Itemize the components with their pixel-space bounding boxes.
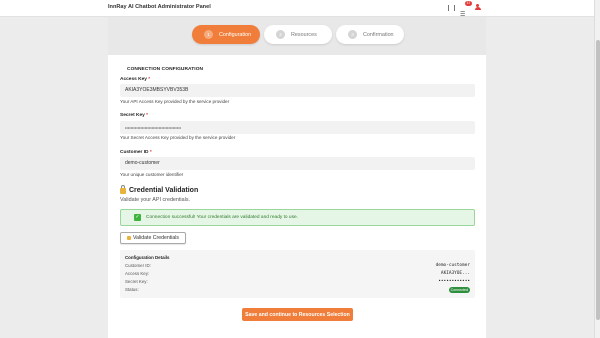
scrollbar-thumb[interactable] (596, 40, 600, 320)
step-resources[interactable]: 2 Resources (264, 25, 332, 44)
notification-badge: 37 (465, 1, 472, 6)
top-bar: InnRay AI Chatbot Administrator Panel ☰ … (0, 0, 594, 18)
secret-key-input[interactable]: •••••••••••••••••••••••••••••••••••••••• (120, 121, 475, 134)
details-title: Configuration Details (125, 255, 170, 260)
details-value: demo-customer (435, 263, 470, 268)
status-badge: Connected (448, 287, 470, 293)
section-title: CONNECTION CONFIGURATION (127, 67, 204, 72)
access-key-input[interactable]: AKIA3YOE3MBSYVBV353B (120, 84, 475, 97)
details-row-customer-id: Customer ID: demo-customer (125, 263, 470, 270)
access-key-help: Your API Access Key provided by the serv… (120, 99, 230, 104)
required-marker: * (149, 150, 152, 155)
credential-validation-title: Credential Validation (120, 185, 199, 194)
customer-id-help: Your unique customer identifier (120, 172, 184, 177)
divider (454, 4, 455, 11)
step-label: Resources (291, 31, 317, 38)
customer-id-input[interactable]: demo-customer (120, 157, 475, 170)
page-scrollbar[interactable] (594, 0, 600, 338)
step-number: 3 (348, 30, 357, 39)
details-key: Customer ID: (125, 263, 151, 268)
access-key-label-text: Access Key (120, 77, 147, 82)
customer-id-label-text: Customer ID (120, 150, 149, 155)
user-icon[interactable] (474, 3, 481, 12)
success-message: Connection successful! Your credentials … (146, 215, 298, 220)
secret-key-help: Your Secret Access Key provided by the s… (120, 135, 236, 140)
details-key: Access Key: (125, 271, 150, 276)
header-actions: ☰ 37 (448, 1, 481, 18)
credential-validation-subtitle: Validate your API credentials. (120, 197, 191, 203)
required-marker: * (148, 77, 151, 82)
app-title: InnRay AI Chatbot Administrator Panel (108, 4, 211, 10)
divider (448, 4, 449, 11)
step-label: Configuration (219, 31, 252, 38)
details-row-access-key: Access Key: AKIA3YOE... (125, 271, 470, 278)
save-continue-button[interactable]: Save and continue to Resources Selection (242, 308, 353, 321)
validate-button-label: Validate Credentials (132, 235, 180, 241)
lock-icon (120, 185, 126, 194)
customer-id-label: Customer ID * (120, 150, 152, 155)
success-alert: ✓ Connection successful! Your credential… (120, 209, 475, 226)
step-confirmation[interactable]: 3 Confirmation (336, 25, 404, 44)
step-configuration[interactable]: 1 Configuration (192, 25, 260, 44)
details-row-status: Status: Connected (125, 287, 470, 294)
step-number: 2 (276, 30, 285, 39)
credential-validation-title-text: Credential Validation (129, 186, 199, 194)
validate-credentials-button[interactable]: Validate Credentials (120, 232, 186, 244)
details-key: Status: (125, 287, 139, 292)
notifications-button[interactable]: ☰ 37 (460, 1, 472, 18)
configuration-card: CONNECTION CONFIGURATION Access Key * AK… (108, 55, 486, 338)
wizard-stepper: 1 Configuration 2 Resources 3 Confirmati… (108, 17, 486, 55)
details-row-secret-key: Secret Key: •••••••••••• (125, 279, 470, 286)
step-label: Confirmation (363, 31, 394, 38)
details-value: •••••••••••• (438, 279, 470, 284)
details-key: Secret Key: (125, 279, 148, 284)
lock-icon (126, 236, 131, 240)
check-icon: ✓ (134, 214, 141, 221)
details-value: AKIA3YOE... (440, 271, 470, 276)
secret-key-label: Secret Key * (120, 113, 148, 118)
required-marker: * (146, 113, 149, 118)
step-number: 1 (204, 30, 213, 39)
access-key-label: Access Key * (120, 77, 150, 82)
configuration-details-panel: Configuration Details Customer ID: demo-… (120, 250, 475, 298)
secret-key-label-text: Secret Key (120, 113, 145, 118)
